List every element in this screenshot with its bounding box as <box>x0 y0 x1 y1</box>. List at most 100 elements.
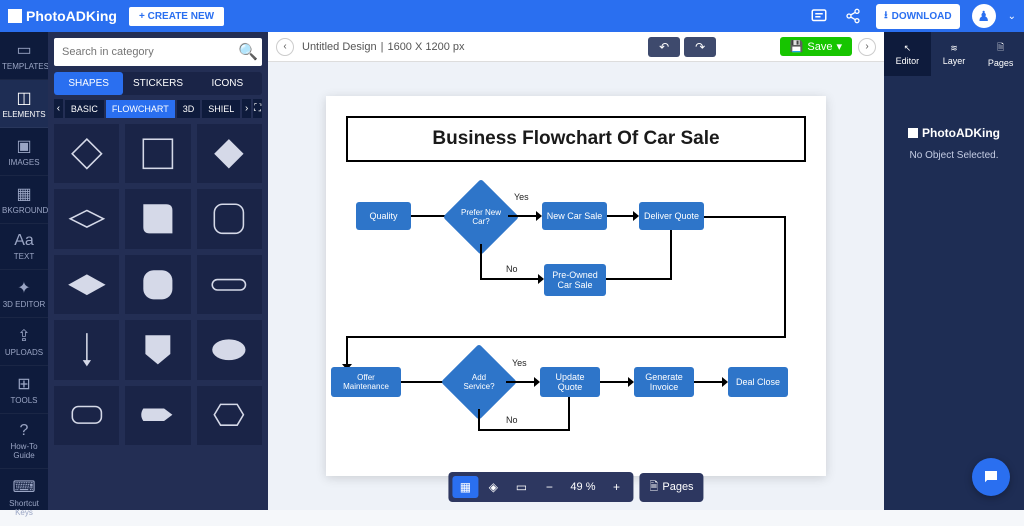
node-quality[interactable]: Quality <box>356 202 411 230</box>
rail-3d-editor[interactable]: ✦3D EDITOR <box>0 270 48 318</box>
canvas-area: ‹ Untitled Design | 1600 X 1200 px ↶ ↷ 💾… <box>268 32 884 510</box>
document-dimensions: 1600 X 1200 px <box>387 41 464 53</box>
rail-tools[interactable]: ⊞TOOLS <box>0 366 48 414</box>
shape-diamond-filled[interactable] <box>197 124 262 183</box>
label-no-1: No <box>506 264 518 274</box>
rail-text[interactable]: AaTEXT <box>0 224 48 270</box>
logo-text: PhotoADKing <box>26 8 117 24</box>
save-chevron-icon: ▾ <box>836 40 842 53</box>
document-title[interactable]: Untitled Design <box>302 41 377 53</box>
tab-icons[interactable]: ICONS <box>193 72 262 95</box>
save-button[interactable]: 💾 Save ▾ <box>780 37 852 56</box>
search-icon[interactable]: 🔍 <box>238 42 258 62</box>
flowchart-title: Business Flowchart Of Car Sale <box>346 116 806 162</box>
rail-templates[interactable]: ▭TEMPLATES <box>0 32 48 80</box>
templates-icon: ▭ <box>2 40 46 60</box>
text-icon: Aa <box>2 232 46 250</box>
shape-leaf[interactable] <box>125 189 190 248</box>
pages-icon: 🗎 <box>650 478 659 497</box>
node-invoice[interactable]: Generate Invoice <box>634 367 694 397</box>
feedback-icon[interactable] <box>808 5 830 27</box>
redo-button[interactable]: ↷ <box>684 37 716 57</box>
layer-icon: ≋ <box>950 43 958 54</box>
shape-rhombus-filled[interactable] <box>54 255 119 314</box>
app-logo[interactable]: PhotoADKing <box>8 8 117 24</box>
subtab-3d[interactable]: 3D <box>177 100 201 118</box>
rail-shortcuts[interactable]: ⌨Shortcut Keys <box>0 469 48 526</box>
rail-elements[interactable]: ◫ELEMENTS <box>0 80 48 128</box>
design-canvas[interactable]: Business Flowchart Of Car Sale Quality P… <box>326 96 826 476</box>
pages-tab-icon: 🗎 <box>997 40 1004 56</box>
shape-rounded-square[interactable] <box>125 255 190 314</box>
label-yes-1: Yes <box>514 192 529 202</box>
pages-button[interactable]: 🗎 Pages <box>640 473 704 502</box>
elements-panel: 🔍 SHAPES STICKERS ICONS ‹ BASIC FLOWCHAR… <box>48 32 268 510</box>
node-newcar[interactable]: New Car Sale <box>542 202 607 230</box>
shape-rhombus-outline[interactable] <box>54 189 119 248</box>
rp-tab-pages[interactable]: 🗎Pages <box>977 32 1024 76</box>
app-header: PhotoADKing + CREATE NEW ⭳ DOWNLOAD ♟ ⌄ <box>0 0 1024 32</box>
undo-button[interactable]: ↶ <box>648 37 680 57</box>
logo-icon <box>8 9 22 23</box>
present-button[interactable]: ▭ <box>508 476 534 498</box>
chat-button[interactable] <box>972 458 1010 496</box>
label-yes-2: Yes <box>512 358 527 368</box>
rail-background[interactable]: ▦BKGROUND <box>0 176 48 224</box>
rail-howto[interactable]: ?How-To Guide <box>0 414 48 469</box>
uploads-icon: ⇪ <box>2 326 46 346</box>
node-offer[interactable]: Offer Maintenance <box>331 367 401 397</box>
shape-diamond-outline[interactable] <box>54 124 119 183</box>
shape-tag[interactable] <box>125 386 190 445</box>
tab-shapes[interactable]: SHAPES <box>54 72 123 95</box>
rp-tab-editor[interactable]: ↖Editor <box>884 32 931 76</box>
node-prefer[interactable]: Prefer New Car? <box>454 190 508 244</box>
shape-rounded-outline[interactable] <box>54 386 119 445</box>
images-icon: ▣ <box>2 136 46 156</box>
document-bar: ‹ Untitled Design | 1600 X 1200 px ↶ ↷ 💾… <box>268 32 884 62</box>
search-input[interactable] <box>58 42 238 62</box>
zoom-out-button[interactable]: − <box>536 476 562 498</box>
erase-button[interactable]: ◈ <box>480 476 506 498</box>
zoom-in-button[interactable]: + <box>604 476 630 498</box>
subtab-flowchart[interactable]: FLOWCHART <box>106 100 175 118</box>
node-close[interactable]: Deal Close <box>728 367 788 397</box>
grid-view-button[interactable]: ▦ <box>452 476 478 498</box>
shape-arrow-down[interactable] <box>54 320 119 379</box>
node-preowned[interactable]: Pre-Owned Car Sale <box>544 264 606 296</box>
zoom-level: 49 % <box>564 481 601 493</box>
subtab-expand-icon[interactable]: ⛶ <box>253 99 262 118</box>
avatar-chevron-icon[interactable]: ⌄ <box>1008 11 1016 22</box>
node-update[interactable]: Update Quote <box>540 367 600 397</box>
share-icon[interactable] <box>842 5 864 27</box>
shape-shield[interactable] <box>125 320 190 379</box>
search-box: 🔍 <box>54 38 262 66</box>
subtab-basic[interactable]: BASIC <box>65 100 104 118</box>
rp-message: No Object Selected. <box>910 150 999 161</box>
subtab-prev[interactable]: ‹ <box>54 99 63 118</box>
rp-tab-layer[interactable]: ≋Layer <box>931 32 978 76</box>
canvas-bottom-bar: ▦ ◈ ▭ − 49 % + 🗎 Pages <box>448 472 703 502</box>
node-addsvc[interactable]: Add Service? <box>452 355 506 409</box>
rail-uploads[interactable]: ⇪UPLOADS <box>0 318 48 366</box>
rp-logo: PhotoADKing <box>908 126 1000 140</box>
shape-square-outline[interactable] <box>125 124 190 183</box>
right-panel: ↖Editor ≋Layer 🗎Pages PhotoADKing No Obj… <box>884 32 1024 510</box>
shape-pill[interactable] <box>197 255 262 314</box>
save-label: Save <box>807 41 832 53</box>
panel-collapse-button[interactable]: ‹ <box>276 38 294 56</box>
user-avatar[interactable]: ♟ <box>972 4 996 28</box>
shape-ellipse[interactable] <box>197 320 262 379</box>
left-rail: ▭TEMPLATES ◫ELEMENTS ▣IMAGES ▦BKGROUND A… <box>0 32 48 510</box>
subtab-shield[interactable]: SHIEL <box>202 100 240 118</box>
shape-hexagon[interactable] <box>197 386 262 445</box>
tab-stickers[interactable]: STICKERS <box>123 72 192 95</box>
keyboard-icon: ⌨ <box>2 477 46 497</box>
shape-rounded-rect-outline[interactable] <box>197 189 262 248</box>
download-button[interactable]: ⭳ DOWNLOAD <box>876 4 960 29</box>
node-deliver[interactable]: Deliver Quote <box>639 202 704 230</box>
create-new-button[interactable]: + CREATE NEW <box>129 7 224 26</box>
rail-images[interactable]: ▣IMAGES <box>0 128 48 176</box>
subtab-next[interactable]: › <box>242 99 251 118</box>
panel-expand-button[interactable]: › <box>858 38 876 56</box>
editor-icon: ↖ <box>904 43 912 54</box>
